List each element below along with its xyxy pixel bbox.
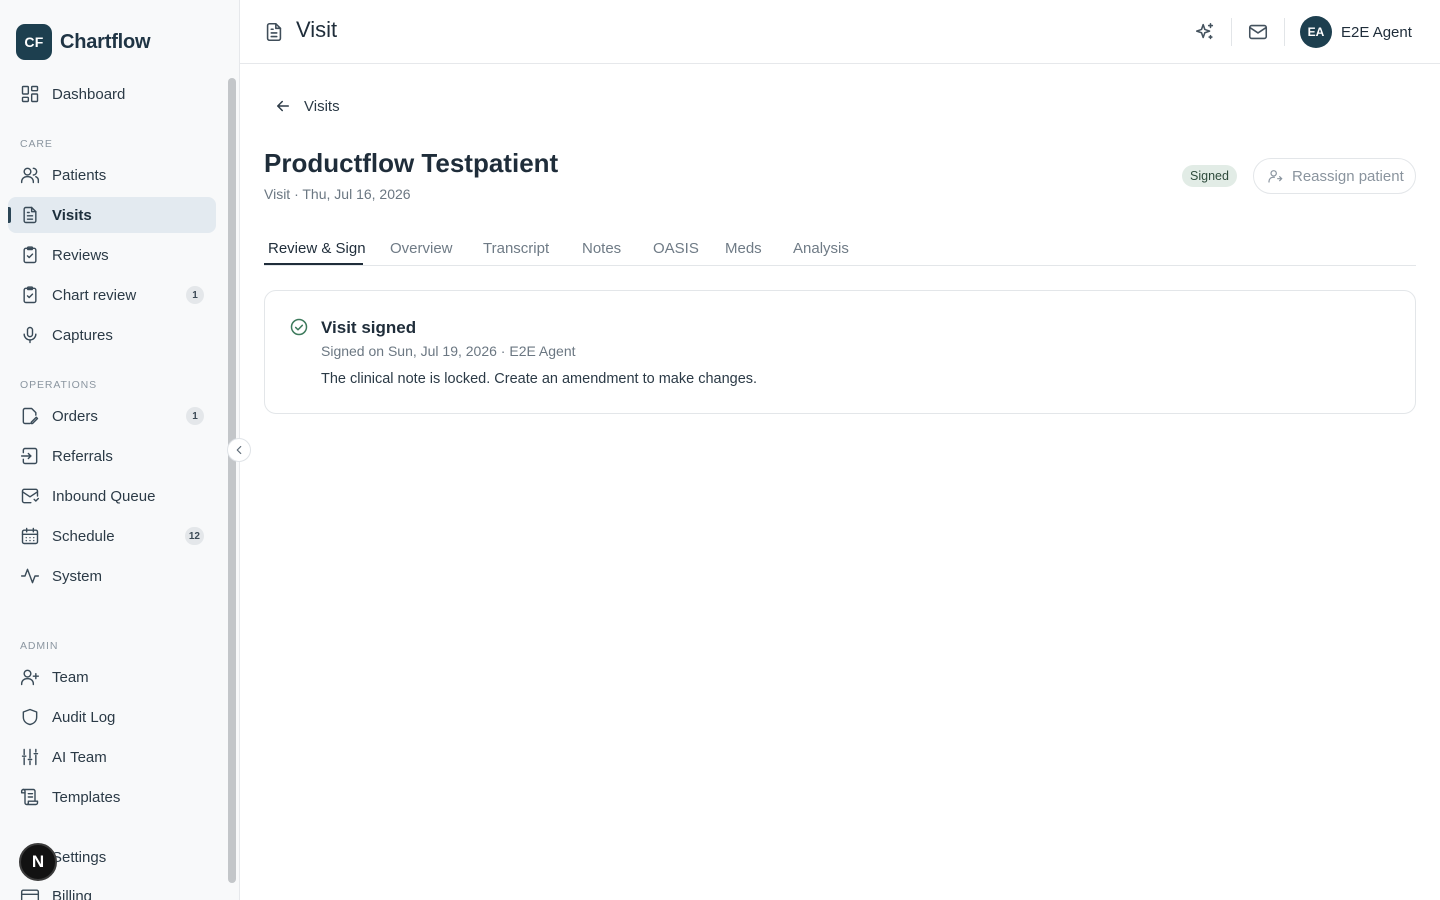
- document-icon: [263, 21, 285, 43]
- brand-logo: CF: [16, 24, 52, 60]
- users-icon: [20, 165, 40, 185]
- brand-name: Chartflow: [60, 30, 151, 53]
- locked-message: The clinical note is locked. Create an a…: [321, 371, 758, 387]
- sidebar-item-visits[interactable]: Visits: [8, 197, 216, 233]
- messages-button[interactable]: [1246, 20, 1270, 44]
- section-label-admin: ADMIN: [20, 640, 59, 652]
- arrow-left-icon: [274, 97, 292, 115]
- tab-transcript[interactable]: Transcript: [483, 240, 549, 266]
- calendar-icon: [20, 526, 40, 546]
- section-label-care: CARE: [20, 138, 53, 150]
- tab-meds[interactable]: Meds: [725, 240, 762, 266]
- chevron-left-icon: [232, 443, 246, 457]
- back-to-visits-link[interactable]: Visits: [274, 96, 340, 116]
- patient-name: Productflow Testpatient: [264, 148, 559, 178]
- sidebar-item-label: System: [52, 567, 103, 585]
- sidebar-item-audit-log[interactable]: Audit Log: [8, 699, 216, 735]
- collapse-sidebar-button[interactable]: [227, 438, 251, 462]
- ai-assistant-button[interactable]: [1193, 20, 1217, 44]
- edit-document-icon: [20, 406, 40, 426]
- microphone-icon: [20, 325, 40, 345]
- sidebar-item-label: Team: [52, 668, 89, 686]
- visit-tabs: Review & Sign Overview Transcript Notes …: [264, 234, 1416, 266]
- sidebar-item-label: Referrals: [52, 447, 113, 465]
- dev-tools-badge[interactable]: N: [19, 843, 57, 881]
- sidebar-item-label: Orders: [52, 407, 98, 425]
- sidebar-item-label: Templates: [52, 788, 121, 806]
- inbox-in-icon: [20, 446, 40, 466]
- reassign-label: Reassign patient: [1292, 167, 1404, 185]
- sidebar-item-label: Billing: [52, 887, 93, 900]
- avatar[interactable]: EA: [1300, 16, 1332, 48]
- tab-oasis[interactable]: OASIS: [653, 240, 699, 266]
- credit-card-icon: [20, 886, 40, 900]
- section-label-operations: OPERATIONS: [20, 379, 98, 391]
- sidebar-item-label: AI Team: [52, 748, 107, 766]
- header-divider: [1284, 18, 1285, 46]
- visit-subtitle: Visit · Thu, Jul 16, 2026: [264, 186, 411, 202]
- sidebar-item-label: Schedule: [52, 527, 115, 545]
- mail-icon: [1247, 21, 1269, 43]
- sidebar-item-patients[interactable]: Patients: [8, 157, 216, 193]
- document-icon: [20, 205, 40, 225]
- reassign-patient-button[interactable]: Reassign patient: [1253, 158, 1416, 194]
- sidebar-item-label: Captures: [52, 326, 113, 344]
- clipboard-check-icon: [20, 285, 40, 305]
- sidebar-item-referrals[interactable]: Referrals: [8, 438, 216, 474]
- sidebar-item-label: Settings: [52, 848, 107, 866]
- sidebar-item-label: Inbound Queue: [52, 487, 156, 505]
- sidebar-item-billing[interactable]: Billing: [8, 878, 216, 900]
- user-plus-icon: [20, 667, 40, 687]
- check-circle-icon: [289, 317, 309, 337]
- sidebar: CF Chartflow Dashboard CARE Patients Vis…: [0, 0, 240, 900]
- mail-icon: [20, 486, 40, 506]
- sidebar-item-ai-team[interactable]: AI Team: [8, 739, 216, 775]
- sidebar-item-dashboard[interactable]: Dashboard: [8, 76, 216, 112]
- sidebar-item-label: Reviews: [52, 246, 109, 264]
- sidebar-item-templates[interactable]: Templates: [8, 779, 216, 815]
- sidebar-item-schedule[interactable]: Schedule 12: [8, 518, 216, 554]
- sidebar-item-orders[interactable]: Orders 1: [8, 398, 216, 434]
- status-badge: Signed: [1182, 165, 1237, 187]
- count-badge: 1: [186, 407, 204, 425]
- tab-notes[interactable]: Notes: [582, 240, 621, 266]
- sidebar-item-label: Patients: [52, 166, 107, 184]
- top-header: Visit EA E2E Agent: [240, 0, 1440, 64]
- signed-meta: Signed on Sun, Jul 19, 2026 · E2E Agent: [321, 343, 576, 359]
- sliders-icon: [20, 747, 40, 767]
- sidebar-scrollbar[interactable]: [228, 78, 236, 883]
- sidebar-item-reviews[interactable]: Reviews: [8, 237, 216, 273]
- tab-analysis[interactable]: Analysis: [793, 240, 849, 266]
- user-reassign-icon: [1267, 168, 1283, 184]
- scroll-icon: [20, 787, 40, 807]
- sidebar-item-system[interactable]: System: [8, 558, 216, 594]
- page-title: Visit: [296, 17, 338, 42]
- sidebar-item-captures[interactable]: Captures: [8, 317, 216, 353]
- sidebar-item-team[interactable]: Team: [8, 659, 216, 695]
- card-title: Visit signed: [321, 318, 417, 337]
- tab-overview[interactable]: Overview: [390, 240, 453, 266]
- dashboard-icon: [20, 84, 40, 104]
- visit-signed-card: Visit signed Signed on Sun, Jul 19, 2026…: [264, 290, 1416, 414]
- back-link-label: Visits: [304, 97, 340, 115]
- main-content: Visits Productflow Testpatient Visit · T…: [240, 64, 1440, 900]
- count-badge: 1: [186, 286, 204, 304]
- sidebar-item-label: Dashboard: [52, 85, 126, 103]
- sidebar-item-inbound-queue[interactable]: Inbound Queue: [8, 478, 216, 514]
- sidebar-item-label: Visits: [52, 206, 92, 224]
- sidebar-item-chart-review[interactable]: Chart review 1: [8, 277, 216, 313]
- brand[interactable]: CF Chartflow: [16, 24, 151, 60]
- sidebar-item-label: Audit Log: [52, 708, 116, 726]
- header-divider: [1231, 18, 1232, 46]
- active-tab-indicator: [264, 263, 363, 265]
- sidebar-item-label: Chart review: [52, 286, 137, 304]
- shield-icon: [20, 707, 40, 727]
- user-name[interactable]: E2E Agent: [1341, 24, 1412, 41]
- count-badge: 12: [184, 527, 204, 545]
- sparkles-icon: [1194, 21, 1216, 43]
- activity-icon: [20, 566, 40, 586]
- clipboard-check-icon: [20, 245, 40, 265]
